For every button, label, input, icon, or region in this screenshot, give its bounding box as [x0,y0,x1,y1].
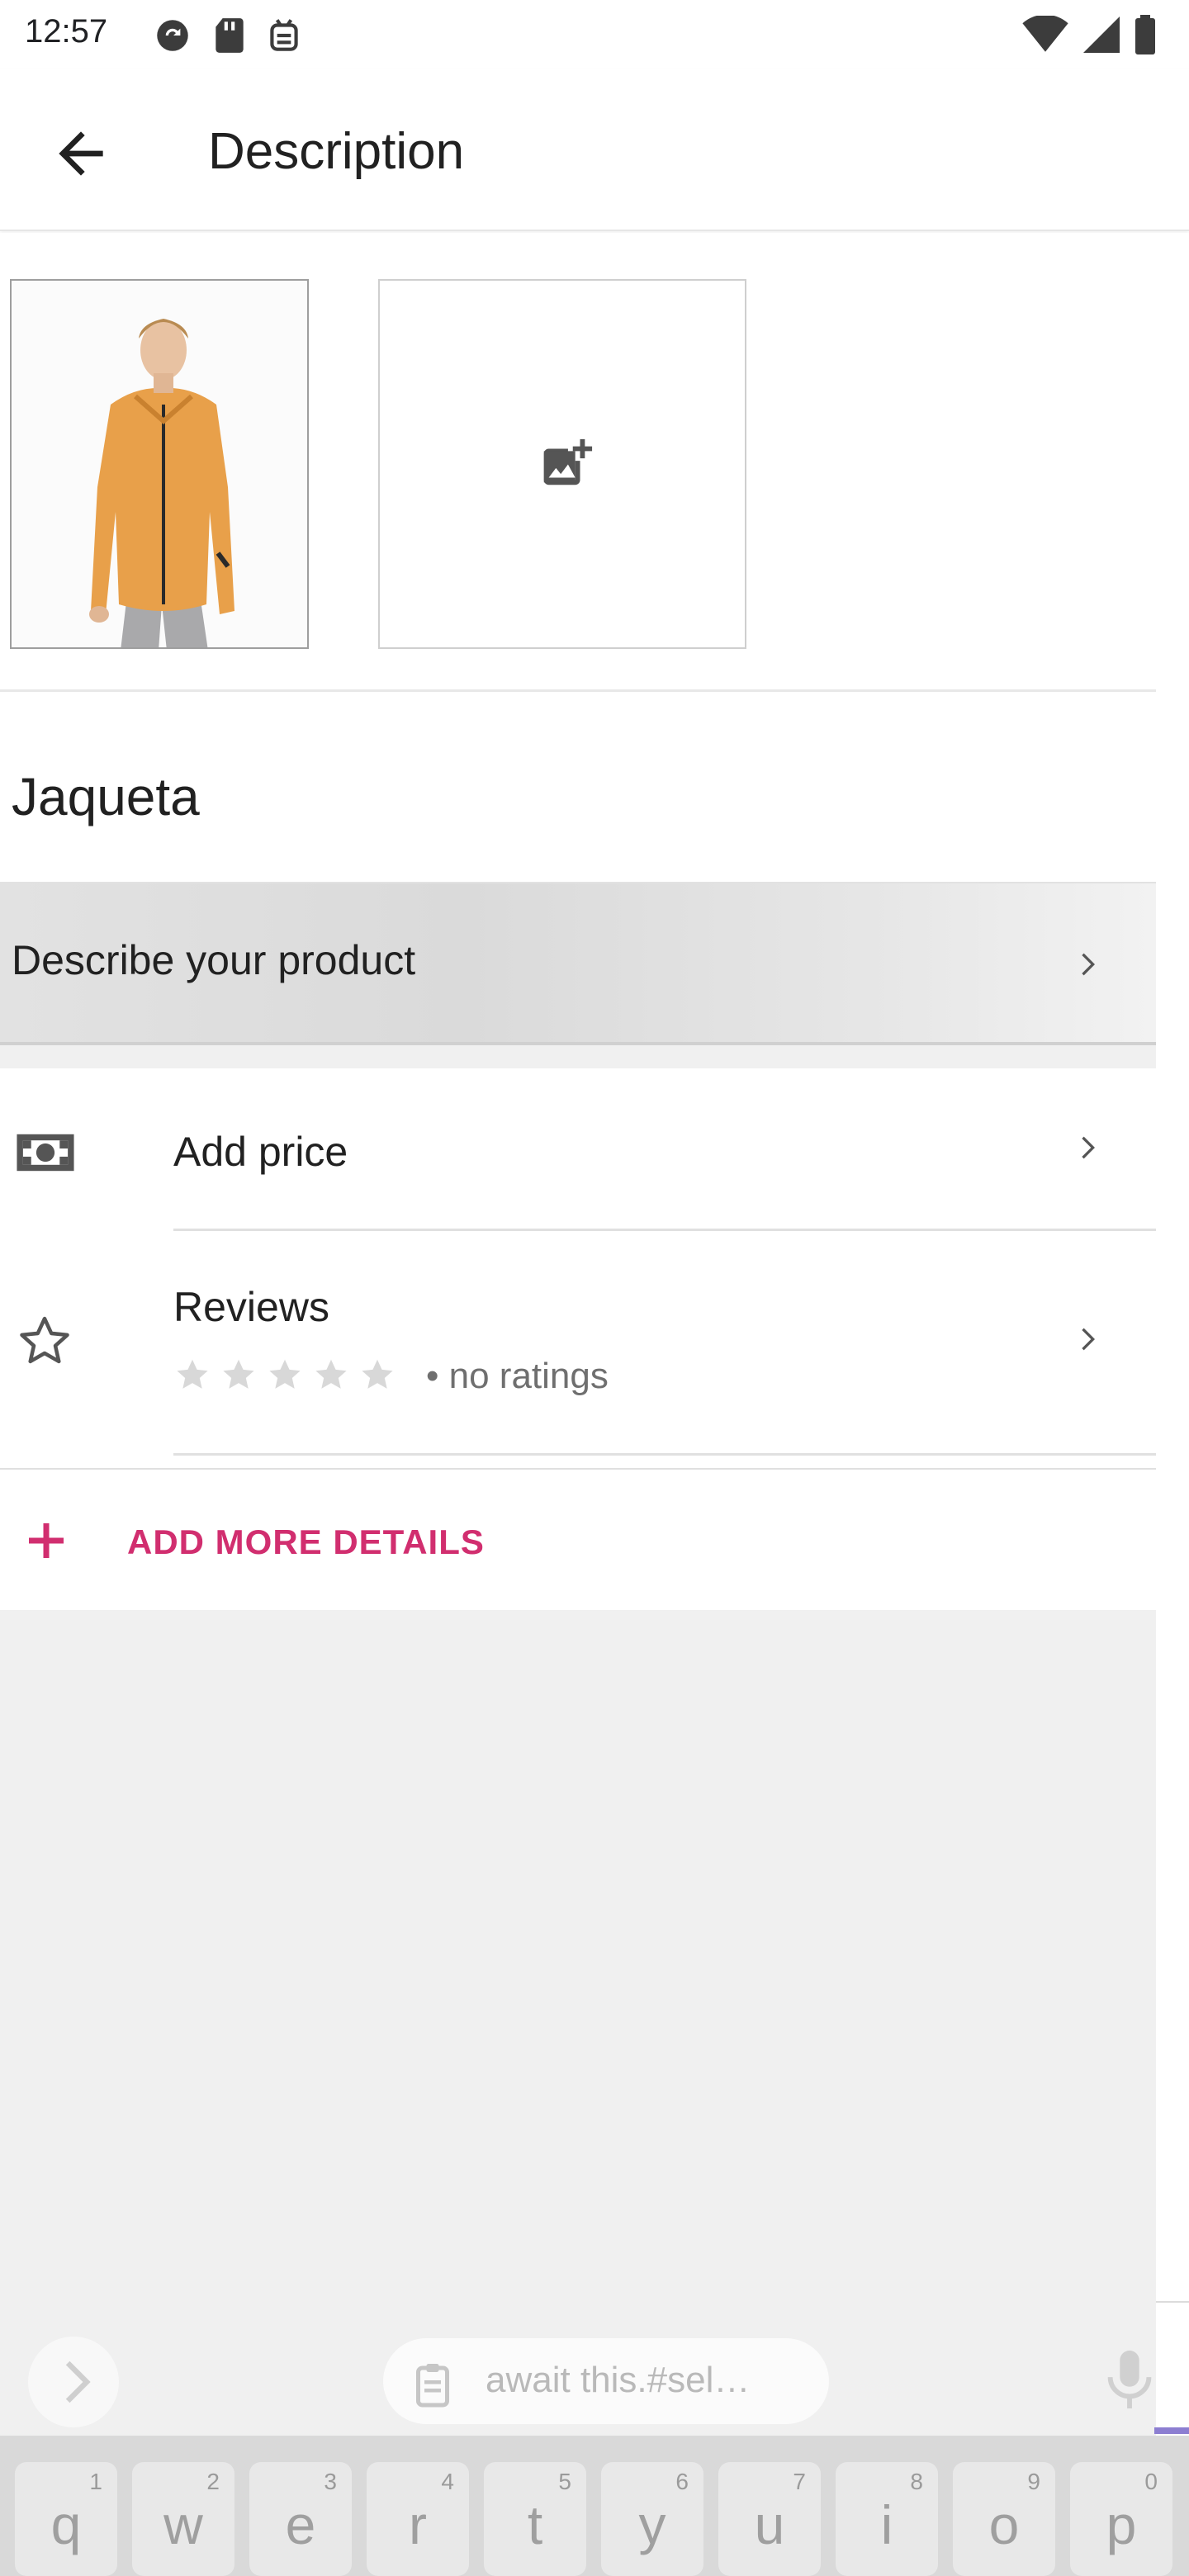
microphone-icon[interactable] [1105,2348,1154,2415]
reviews-label: Reviews [173,1284,329,1330]
arrow-back-icon[interactable] [48,121,114,187]
star-outline-icon [17,1313,73,1373]
add-price-label: Add price [173,1129,348,1175]
rating-stars [173,1356,396,1394]
key-u[interactable]: 7u [718,2462,821,2576]
key-y[interactable]: 6y [601,2462,703,2576]
describe-product-label: Describe your product [12,937,416,983]
battery-icon [1135,15,1156,59]
add-price-row[interactable]: Add price [0,1068,1156,1230]
sync-icon [152,15,193,60]
details-list: Add price Reviews • no ratings [0,1068,1156,1470]
plus-icon [23,1518,69,1568]
status-time: 12:57 [25,13,108,50]
android-debug-icon [266,15,302,60]
describe-product-row[interactable]: Describe your product [0,883,1156,1045]
money-icon [15,1131,76,1178]
reviews-row[interactable]: Reviews • no ratings [0,1232,1156,1453]
rating-text: • no ratings [426,1356,609,1396]
clipboard-suggestion-chip[interactable]: await this.#sel… [383,2338,829,2424]
divider [173,1453,1156,1456]
key-t[interactable]: 5t [484,2462,586,2576]
key-p[interactable]: 0p [1070,2462,1172,2576]
page-title: Description [208,123,465,180]
key-w[interactable]: 2w [132,2462,234,2576]
wifi-icon [1022,14,1068,58]
chevron-right-icon [1070,948,1103,981]
jacket-photo-image [12,281,307,647]
star-empty-icon [269,1359,301,1389]
clipboard-icon [408,2360,457,2413]
product-images [0,233,1156,692]
status-bar: 12:57 [0,0,1189,69]
add-photo-icon [537,434,594,496]
key-r[interactable]: 4r [367,2462,469,2576]
key-i[interactable]: 8i [836,2462,938,2576]
product-thumbnail[interactable] [10,279,309,649]
star-empty-icon [315,1359,347,1389]
product-name: Jaqueta [12,767,200,826]
chevron-right-icon [65,2361,91,2403]
chevron-right-icon [1070,1131,1103,1164]
keyboard-accent-bar [1154,2427,1189,2434]
keyboard: 1q 2w 3e 4r 5t 6y 7u 8i 9o 0p [0,2436,1189,2576]
key-o[interactable]: 9o [953,2462,1055,2576]
star-empty-icon [223,1359,254,1389]
add-photo-button[interactable] [378,279,746,649]
key-q[interactable]: 1q [15,2462,117,2576]
app-bar: Description [0,69,1189,231]
edge-strip [1156,233,1189,2433]
cell-signal-icon [1083,16,1120,58]
add-more-details-button[interactable]: ADD MORE DETAILS [0,1471,1156,1610]
add-more-details-label: ADD MORE DETAILS [127,1522,485,1561]
chevron-right-icon [1070,1323,1103,1356]
star-empty-icon [177,1359,208,1389]
section-gap [0,1045,1156,1068]
star-empty-icon [362,1359,393,1389]
sd-card-icon [211,15,248,60]
product-name-row[interactable]: Jaqueta [0,694,1156,883]
keyboard-expand-button[interactable] [28,2337,119,2427]
key-e[interactable]: 3e [249,2462,352,2576]
keyboard-suggestion-strip: await this.#sel… [0,2304,1189,2436]
divider [173,1229,1156,1231]
clipboard-suggestion-text: await this.#sel… [486,2360,751,2400]
